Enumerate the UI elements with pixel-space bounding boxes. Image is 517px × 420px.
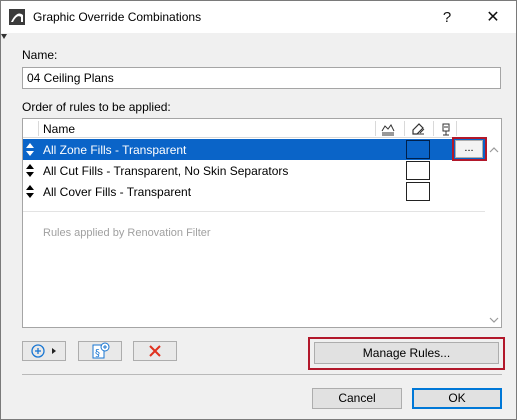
rules-list: Name All Zone Fills - Transparent ... Al… (22, 118, 502, 328)
list-header: Name (23, 119, 485, 138)
header-name: Name (43, 122, 76, 136)
order-label: Order of rules to be applied: (22, 100, 171, 114)
pen-icon (412, 123, 425, 135)
rule-label: All Cover Fills - Transparent (43, 185, 192, 199)
name-label: Name: (22, 48, 58, 62)
rule-row[interactable]: All Cover Fills - Transparent (23, 181, 485, 202)
manage-rules-button[interactable]: Manage Rules... (314, 342, 499, 364)
highlight-outline (452, 137, 487, 161)
surface-fill-icon (381, 124, 395, 136)
add-icon (31, 344, 56, 358)
scroll-up-icon[interactable] (489, 145, 499, 155)
collapse-marker-icon (1, 34, 7, 39)
header-divider (404, 121, 405, 136)
rule-row[interactable]: All Zone Fills - Transparent ... (23, 139, 485, 160)
header-divider (375, 121, 376, 136)
fill-swatch[interactable] (406, 161, 430, 180)
header-divider (433, 121, 434, 136)
title-bar: Graphic Override Combinations ? ✕ (1, 1, 516, 33)
rule-row[interactable]: All Cut Fills - Transparent, No Skin Sep… (23, 160, 485, 181)
drag-handle-icon[interactable] (25, 163, 35, 178)
add-button[interactable] (22, 341, 66, 361)
drag-handle-icon[interactable] (25, 184, 35, 199)
header-divider (456, 121, 457, 136)
renovation-divider (23, 211, 485, 212)
rule-label: All Zone Fills - Transparent (43, 143, 187, 157)
svg-text:§: § (95, 348, 100, 359)
scroll-down-icon[interactable] (489, 315, 499, 325)
header-divider (38, 121, 39, 136)
background-fill-icon (442, 123, 450, 136)
delete-button[interactable] (133, 341, 177, 361)
name-input[interactable] (22, 67, 501, 89)
drag-handle-icon[interactable] (25, 142, 35, 157)
add-rule-icon: § (92, 342, 110, 359)
delete-icon (149, 345, 161, 357)
fill-swatch[interactable] (406, 182, 430, 201)
archicad-app-icon (9, 9, 25, 25)
ok-button[interactable]: OK (412, 388, 502, 409)
window-title: Graphic Override Combinations (33, 10, 202, 24)
footer-separator (22, 374, 502, 375)
rule-label: All Cut Fills - Transparent, No Skin Sep… (43, 164, 289, 178)
cancel-button[interactable]: Cancel (312, 388, 402, 409)
help-button[interactable]: ? (424, 1, 470, 33)
graphic-override-combinations-dialog: Graphic Override Combinations ? ✕ Name: … (0, 0, 517, 420)
add-rule-button[interactable]: § (78, 341, 122, 361)
fill-swatch[interactable] (406, 140, 430, 159)
renovation-filter-text: Rules applied by Renovation Filter (43, 227, 211, 239)
close-button[interactable]: ✕ (470, 1, 516, 33)
